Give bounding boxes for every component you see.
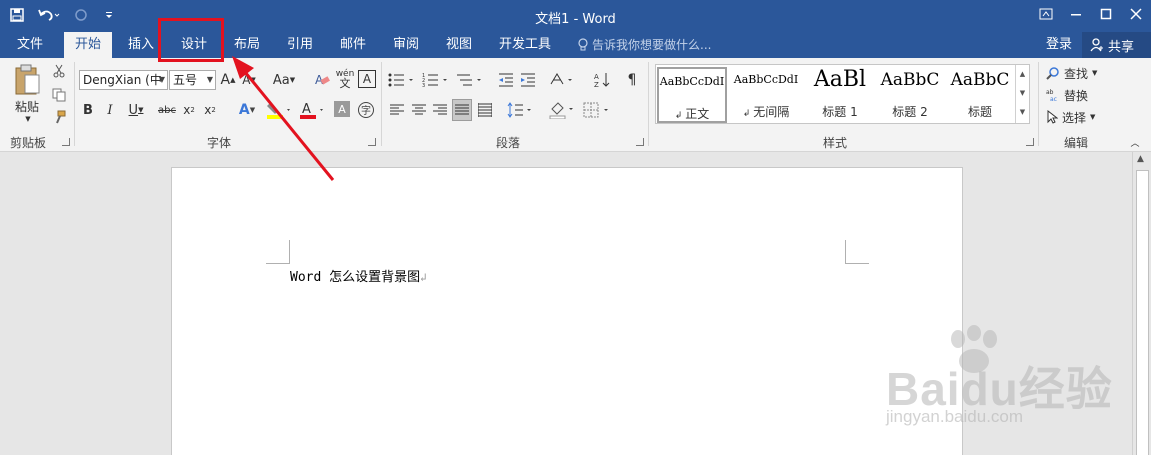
baidu-watermark: Baidu经验 jingyan.baidu.com — [878, 325, 1143, 450]
word-window: 文档1 - Word 文件 开始 插入 设计 布局 引用 邮件 审阅 视图 开发… — [0, 0, 1151, 455]
watermark-url: jingyan.baidu.com — [886, 407, 1024, 426]
